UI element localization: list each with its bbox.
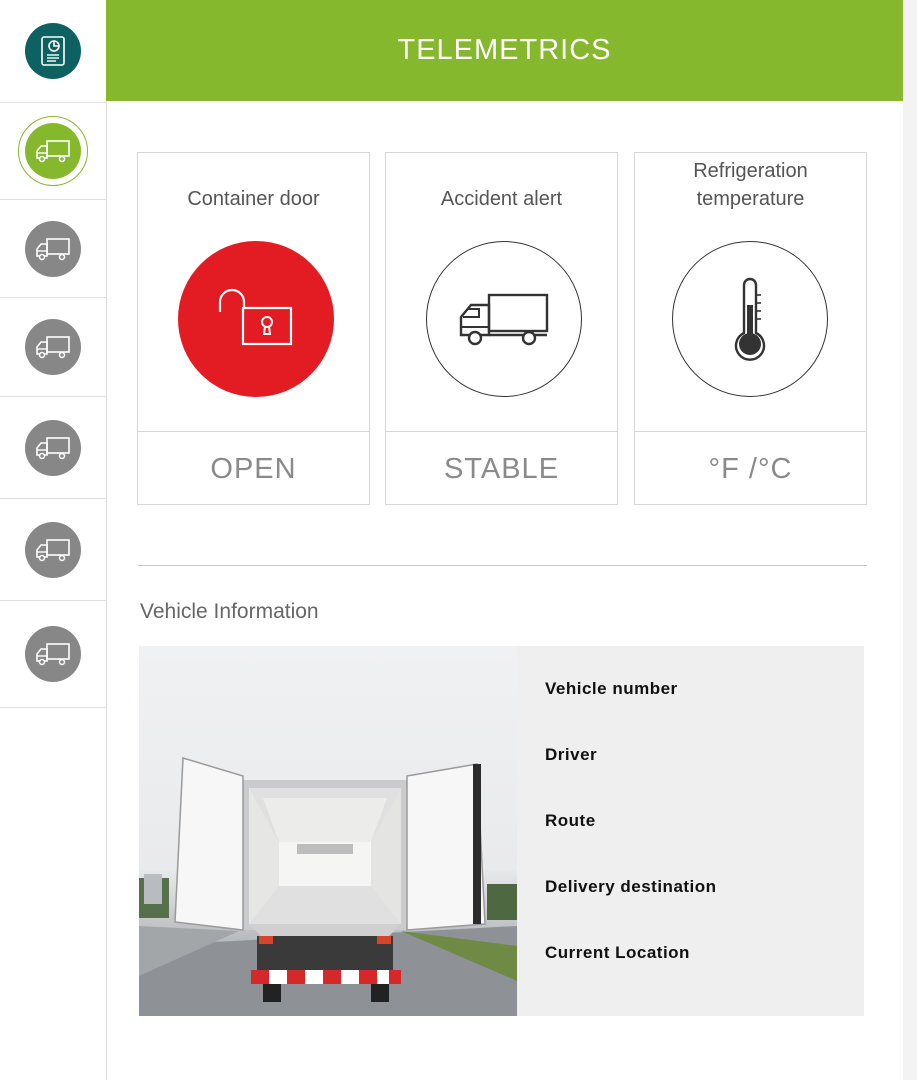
truck-icon <box>36 436 70 459</box>
field-current-location: Current Location <box>545 943 690 962</box>
card-refrigeration-temperature: Refrigeration temperature °F /°C <box>634 152 867 505</box>
vehicle-5-button[interactable] <box>25 521 81 578</box>
sidebar-item-report[interactable] <box>0 0 106 103</box>
vehicle-3-button[interactable] <box>25 319 81 375</box>
card-container-door: Container door OPEN <box>137 152 370 505</box>
card-status: °F /°C <box>635 431 866 506</box>
sidebar-item-vehicle-3[interactable] <box>0 298 106 397</box>
accident-status-indicator <box>426 241 582 397</box>
active-ring <box>18 116 88 186</box>
sidebar <box>0 0 107 1080</box>
card-status: OPEN <box>138 431 369 506</box>
vehicle-4-button[interactable] <box>25 419 81 476</box>
card-title: Refrigeration temperature <box>693 160 808 210</box>
door-status-indicator <box>178 241 334 397</box>
vehicle-6-button[interactable] <box>25 626 81 682</box>
report-button[interactable] <box>25 23 81 79</box>
vehicle-2-button[interactable] <box>25 220 81 277</box>
field-vehicle-number: Vehicle number <box>545 679 678 698</box>
card-status: STABLE <box>386 431 617 506</box>
field-driver: Driver <box>545 745 598 764</box>
field-route: Route <box>545 811 596 830</box>
truck-icon <box>36 643 70 666</box>
unlocked-padlock-icon <box>218 288 293 346</box>
sidebar-item-vehicle-2[interactable] <box>0 200 106 298</box>
vehicle-photo <box>139 646 517 1016</box>
scroll-edge <box>903 0 917 1080</box>
truck-icon <box>36 538 70 561</box>
card-title: Accident alert <box>440 188 563 210</box>
sidebar-item-vehicle-4[interactable] <box>0 397 106 499</box>
temperature-indicator <box>672 241 828 397</box>
refrigerated-truck-illustration <box>139 757 517 1016</box>
sidebar-item-vehicle-6[interactable] <box>0 601 106 708</box>
card-title: Container door <box>187 188 320 210</box>
page-header: TELEMETRICS <box>106 0 903 101</box>
page-title: TELEMETRICS <box>397 34 612 66</box>
sidebar-item-vehicle-5[interactable] <box>0 499 106 601</box>
section-divider <box>138 565 867 566</box>
section-title: Vehicle Information <box>140 600 319 623</box>
truck-icon <box>36 237 70 260</box>
vehicle-1-button[interactable] <box>25 123 81 179</box>
field-delivery-destination: Delivery destination <box>545 877 717 896</box>
sidebar-item-vehicle-1[interactable] <box>0 103 106 200</box>
truck-icon <box>36 140 70 163</box>
report-icon <box>41 36 65 66</box>
card-accident-alert: Accident alert STABLE <box>385 152 618 505</box>
thermometer-icon <box>734 277 766 361</box>
vehicle-info-panel: Vehicle number Driver Route Delivery des… <box>517 646 864 1016</box>
truck-icon <box>459 293 549 346</box>
truck-icon <box>36 336 70 359</box>
